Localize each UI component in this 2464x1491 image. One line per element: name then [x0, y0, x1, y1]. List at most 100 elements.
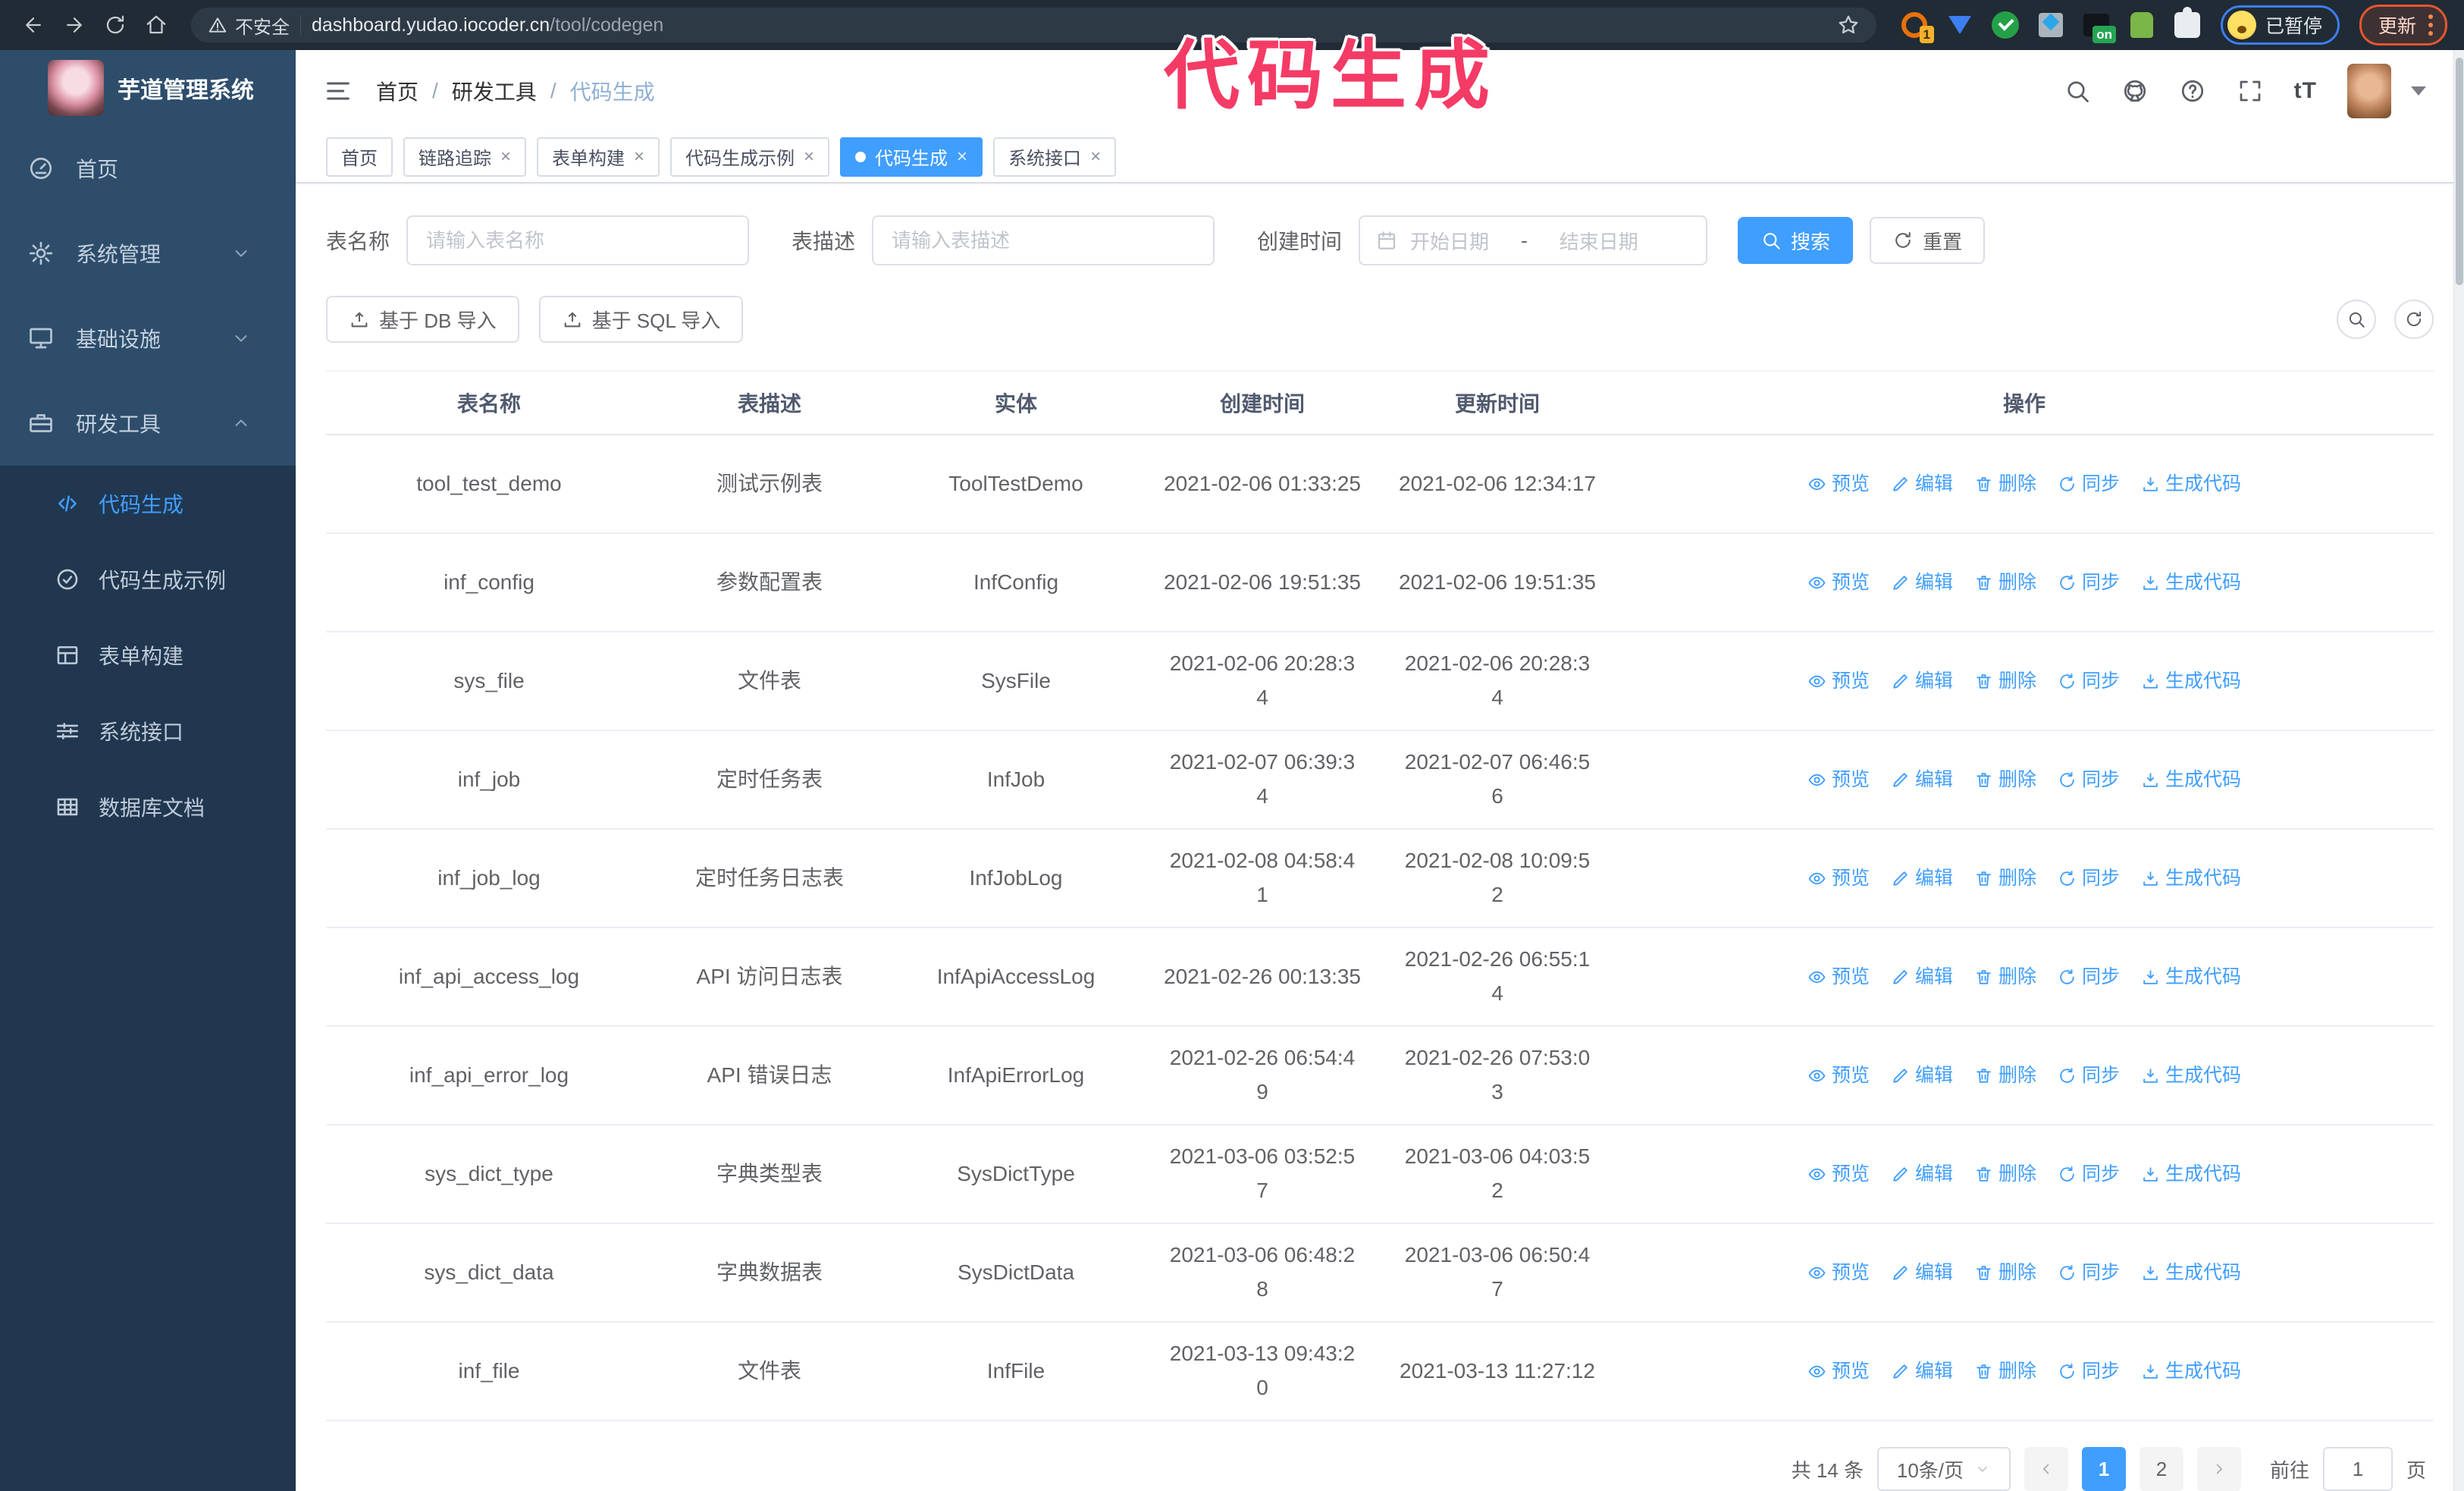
- import-sql-button[interactable]: 基于 SQL 导入: [538, 296, 744, 343]
- action-trash[interactable]: 删除: [1974, 666, 2036, 696]
- action-eye[interactable]: 预览: [1807, 863, 1870, 893]
- action-eye[interactable]: 预览: [1807, 567, 1870, 598]
- refresh-table-button[interactable]: [2394, 300, 2434, 339]
- action-download[interactable]: 生成代码: [2141, 1159, 2241, 1189]
- tag-首页[interactable]: 首页: [326, 137, 393, 177]
- action-pencil[interactable]: 编辑: [1891, 666, 1953, 696]
- action-pencil[interactable]: 编辑: [1891, 962, 1953, 992]
- next-page-button[interactable]: [2196, 1447, 2241, 1491]
- tag-系统接口[interactable]: 系统接口 ×: [993, 137, 1117, 177]
- table-desc-input[interactable]: [872, 215, 1215, 265]
- sidebar-item-monitor[interactable]: 基础设施: [0, 296, 296, 381]
- breadcrumb-dev-tools[interactable]: 研发工具: [452, 76, 537, 106]
- action-pencil[interactable]: 编辑: [1891, 1356, 1953, 1386]
- scrollbar-thumb[interactable]: [2456, 58, 2463, 285]
- github-icon[interactable]: [2121, 77, 2149, 105]
- action-sync[interactable]: 同步: [2058, 1257, 2120, 1288]
- address-bar[interactable]: 不安全 dashboard.yudao.iocoder.cn/tool/code…: [191, 8, 1876, 42]
- profile-paused-badge[interactable]: 已暂停: [2220, 5, 2340, 45]
- help-icon[interactable]: [2179, 77, 2206, 105]
- window-scrollbar[interactable]: [2453, 50, 2464, 1491]
- action-download[interactable]: 生成代码: [2141, 1257, 2241, 1288]
- search-button[interactable]: 搜索: [1738, 217, 1854, 264]
- action-trash[interactable]: 删除: [1974, 1159, 2036, 1189]
- action-trash[interactable]: 删除: [1974, 567, 2036, 598]
- sidebar-item-toolbox[interactable]: 研发工具: [0, 381, 296, 466]
- extension-icon-5[interactable]: on: [2081, 10, 2116, 43]
- action-eye[interactable]: 预览: [1807, 469, 1870, 499]
- action-trash[interactable]: 删除: [1974, 1356, 2036, 1386]
- extension-icon-3[interactable]: [1990, 10, 2020, 40]
- sidebar-subitem-example[interactable]: 代码生成示例: [0, 541, 296, 617]
- reset-button[interactable]: 重置: [1870, 217, 1986, 264]
- browser-forward-button[interactable]: [58, 8, 91, 42]
- action-trash[interactable]: 删除: [1974, 764, 2036, 795]
- action-sync[interactable]: 同步: [2058, 469, 2120, 499]
- extension-icon-2[interactable]: [1945, 10, 1975, 40]
- action-pencil[interactable]: 编辑: [1891, 469, 1953, 499]
- action-sync[interactable]: 同步: [2058, 863, 2120, 893]
- extension-icon-6[interactable]: [2127, 10, 2157, 40]
- browser-menu-icon[interactable]: [2428, 14, 2433, 36]
- action-sync[interactable]: 同步: [2058, 1356, 2120, 1386]
- action-sync[interactable]: 同步: [2058, 666, 2120, 696]
- action-sync[interactable]: 同步: [2058, 567, 2120, 598]
- app-logo-row[interactable]: 芋道管理系统: [0, 50, 296, 126]
- action-sync[interactable]: 同步: [2058, 764, 2120, 795]
- extension-icon-1[interactable]: 1: [1899, 10, 1934, 43]
- date-range-picker[interactable]: 开始日期 - 结束日期: [1359, 215, 1708, 265]
- sidebar-subitem-code[interactable]: 代码生成: [0, 466, 296, 541]
- browser-back-button[interactable]: [17, 8, 50, 42]
- extension-icon-4[interactable]: [2036, 10, 2066, 40]
- action-download[interactable]: 生成代码: [2141, 1060, 2241, 1091]
- tag-代码生成示例[interactable]: 代码生成示例 ×: [670, 137, 830, 177]
- sidebar-item-gear[interactable]: 系统管理: [0, 211, 296, 296]
- action-pencil[interactable]: 编辑: [1891, 567, 1953, 598]
- action-download[interactable]: 生成代码: [2141, 469, 2241, 499]
- prev-page-button[interactable]: [2024, 1447, 2068, 1491]
- action-eye[interactable]: 预览: [1807, 1159, 1870, 1189]
- action-sync[interactable]: 同步: [2058, 1159, 2120, 1189]
- action-download[interactable]: 生成代码: [2141, 1356, 2241, 1386]
- action-eye[interactable]: 预览: [1807, 1356, 1870, 1386]
- search-icon[interactable]: [2064, 77, 2091, 105]
- page-size-select[interactable]: 10条/页: [1876, 1447, 2011, 1491]
- action-trash[interactable]: 删除: [1974, 1060, 2036, 1091]
- action-pencil[interactable]: 编辑: [1891, 1060, 1953, 1091]
- sidebar-subitem-form[interactable]: 表单构建: [0, 617, 296, 693]
- action-sync[interactable]: 同步: [2058, 1060, 2120, 1091]
- sidebar-subitem-database[interactable]: 数据库文档: [0, 769, 296, 845]
- extension-icon-7[interactable]: [2172, 7, 2202, 40]
- action-pencil[interactable]: 编辑: [1891, 1159, 1953, 1189]
- close-tag-icon[interactable]: ×: [804, 147, 814, 166]
- action-pencil[interactable]: 编辑: [1891, 764, 1953, 795]
- sidebar-subitem-api[interactable]: 系统接口: [0, 693, 296, 769]
- action-pencil[interactable]: 编辑: [1891, 863, 1953, 893]
- close-tag-icon[interactable]: ×: [500, 147, 511, 166]
- action-eye[interactable]: 预览: [1807, 962, 1870, 992]
- user-avatar[interactable]: [2347, 63, 2391, 118]
- page-button-2[interactable]: 2: [2139, 1447, 2183, 1491]
- tag-表单构建[interactable]: 表单构建 ×: [537, 137, 660, 177]
- action-download[interactable]: 生成代码: [2141, 962, 2241, 992]
- collapse-sidebar-icon[interactable]: [323, 76, 353, 106]
- close-tag-icon[interactable]: ×: [1090, 147, 1101, 166]
- toggle-search-button[interactable]: [2337, 300, 2376, 339]
- font-size-icon[interactable]: tT: [2294, 78, 2317, 104]
- action-trash[interactable]: 删除: [1974, 863, 2036, 893]
- action-download[interactable]: 生成代码: [2141, 666, 2241, 696]
- close-tag-icon[interactable]: ×: [634, 147, 644, 166]
- breadcrumb-home[interactable]: 首页: [376, 76, 419, 106]
- fullscreen-icon[interactable]: [2237, 77, 2264, 105]
- avatar-caret-icon[interactable]: [2411, 86, 2426, 96]
- close-tag-icon[interactable]: ×: [957, 147, 967, 166]
- action-sync[interactable]: 同步: [2058, 962, 2120, 992]
- action-download[interactable]: 生成代码: [2141, 567, 2241, 598]
- browser-update-button[interactable]: 更新: [2359, 5, 2447, 46]
- tag-代码生成[interactable]: 代码生成 ×: [840, 137, 983, 177]
- page-button-1[interactable]: 1: [2081, 1447, 2126, 1491]
- table-name-input[interactable]: [406, 215, 750, 265]
- action-eye[interactable]: 预览: [1807, 1257, 1870, 1288]
- action-download[interactable]: 生成代码: [2141, 764, 2241, 795]
- tag-链路追踪[interactable]: 链路追踪 ×: [403, 137, 527, 177]
